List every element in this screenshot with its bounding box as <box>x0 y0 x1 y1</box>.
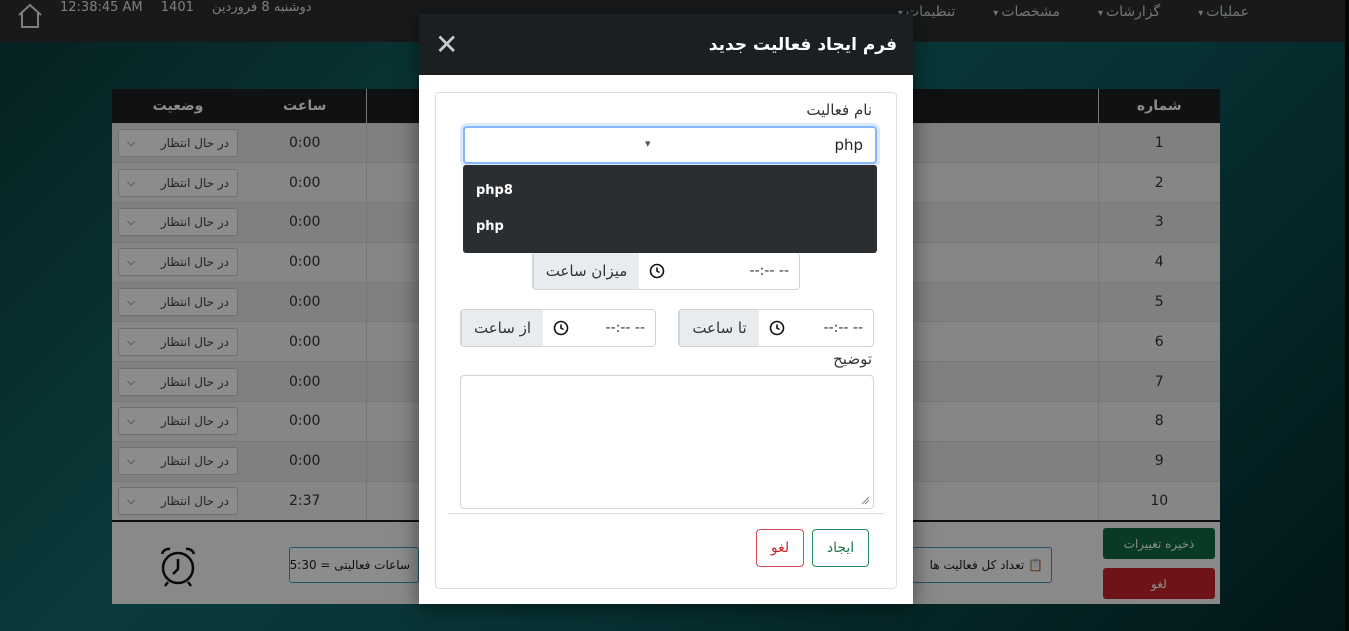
duration-time-input[interactable]: --:-- -- <box>639 253 799 289</box>
cancel-button[interactable]: لغو <box>756 529 804 567</box>
create-activity-modal: فرم ایجاد فعالیت جدید ✕ نام فعالیت php ▾… <box>419 14 913 604</box>
resize-grip-icon[interactable] <box>861 496 870 505</box>
from-time-input[interactable]: --:-- -- <box>543 310 655 346</box>
description-label: توضیح <box>833 350 872 368</box>
duration-label: میزان ساعت <box>533 253 639 289</box>
to-time-value: --:-- -- <box>823 320 863 336</box>
description-textarea[interactable] <box>460 375 874 509</box>
caret-down-icon[interactable]: ▾ <box>645 137 651 150</box>
from-time-label: از ساعت <box>461 310 543 346</box>
activity-name-label: نام فعالیت <box>806 101 872 119</box>
from-time-value: --:-- -- <box>605 320 645 336</box>
activity-suggestions: php8 php <box>463 165 877 253</box>
to-time-input-group: --:-- -- تا ساعت <box>678 309 874 347</box>
suggestion-option[interactable]: php8 <box>476 183 513 198</box>
create-button[interactable]: ایجاد <box>812 529 869 567</box>
modal-header: فرم ایجاد فعالیت جدید ✕ <box>419 14 913 75</box>
duration-input-group: --:-- -- میزان ساعت <box>532 252 800 290</box>
to-time-label: تا ساعت <box>679 310 759 346</box>
close-icon[interactable]: ✕ <box>435 30 458 59</box>
modal-footer-divider <box>448 513 884 514</box>
modal-title: فرم ایجاد فعالیت جدید <box>708 34 897 55</box>
from-time-input-group: --:-- -- از ساعت <box>460 309 656 347</box>
activity-name-combobox[interactable]: php ▾ <box>463 126 877 164</box>
modal-form: نام فعالیت php ▾ php8 php --:-- -- میزان… <box>435 92 897 589</box>
clock-icon[interactable] <box>769 320 785 336</box>
to-time-input[interactable]: --:-- -- <box>759 310 873 346</box>
activity-name-value: php <box>834 136 863 154</box>
clock-icon[interactable] <box>649 263 665 279</box>
suggestion-option[interactable]: php <box>476 219 504 234</box>
clock-icon[interactable] <box>553 320 569 336</box>
duration-time-value: --:-- -- <box>749 263 789 279</box>
